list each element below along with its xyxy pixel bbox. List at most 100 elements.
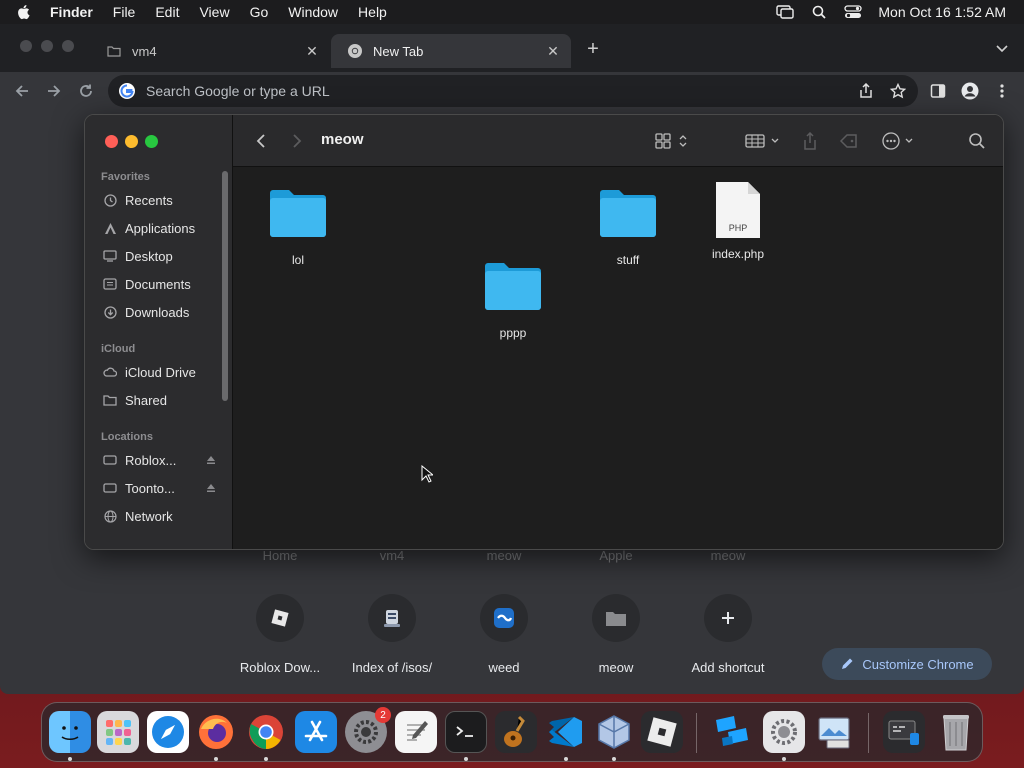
apple-menu-icon[interactable] (14, 3, 32, 21)
screenshot-icon[interactable] (883, 711, 925, 753)
system-preferences-icon[interactable] (763, 711, 805, 753)
shortcut-label: weed (488, 660, 520, 675)
profile-avatar-icon[interactable] (958, 79, 982, 103)
zoom-window-button[interactable] (62, 40, 74, 52)
weed-icon (480, 594, 528, 642)
tab-new-tab[interactable]: New Tab ✕ (331, 34, 571, 68)
sidebar-scrollbar[interactable] (222, 171, 228, 401)
forward-arrow-icon[interactable] (42, 79, 66, 103)
more-actions-icon[interactable] (881, 129, 917, 153)
folder-icon (592, 594, 640, 642)
menu-app-name[interactable]: Finder (50, 4, 93, 20)
eject-icon[interactable] (205, 482, 217, 494)
ntp-tile-label[interactable]: vm4 (342, 548, 442, 563)
menu-view[interactable]: View (199, 4, 229, 20)
file-item-pppp[interactable]: pppp (463, 260, 563, 340)
menu-edit[interactable]: Edit (155, 4, 179, 20)
sidebar-item-shared[interactable]: Shared (103, 389, 231, 411)
garageband-icon[interactable] (495, 711, 537, 753)
ntp-tile-label[interactable]: meow (678, 548, 778, 563)
menu-go[interactable]: Go (250, 4, 269, 20)
sidebar-item-network[interactable]: Network (103, 505, 231, 527)
tab-label: New Tab (373, 43, 424, 59)
shortcut-index-isos[interactable]: Index of /isos/ (336, 594, 448, 675)
sidebar-item-roblox-volume[interactable]: Roblox... (103, 449, 231, 471)
shortcut-weed[interactable]: weed (448, 594, 560, 675)
group-view-icon[interactable] (743, 129, 783, 153)
ntp-tile-label[interactable]: Apple (566, 548, 666, 563)
back-arrow-icon[interactable] (10, 79, 34, 103)
new-tab-button[interactable]: + (582, 38, 604, 60)
tag-icon[interactable] (837, 129, 861, 153)
sidebar-item-label: Documents (125, 276, 191, 292)
forward-chevron-icon[interactable] (287, 129, 307, 153)
terminal-icon[interactable] (445, 711, 487, 753)
virtualbox-icon[interactable] (593, 711, 635, 753)
roblox-studio-icon[interactable] (711, 711, 753, 753)
vscode-icon[interactable] (545, 711, 587, 753)
close-window-button[interactable] (105, 135, 118, 148)
back-chevron-icon[interactable] (251, 129, 271, 153)
menu-clock[interactable]: Mon Oct 16 1:52 AM (878, 4, 1006, 20)
app-store-icon[interactable] (295, 711, 337, 753)
kebab-menu-icon[interactable] (990, 79, 1014, 103)
shortcut-label: Index of /isos/ (351, 660, 433, 675)
file-item-stuff[interactable]: stuff (578, 187, 678, 267)
launchpad-icon[interactable] (97, 711, 139, 753)
customize-chrome-button[interactable]: Customize Chrome (822, 648, 992, 680)
zoom-window-button[interactable] (145, 135, 158, 148)
shortcut-roblox[interactable]: Roblox Dow... (224, 594, 336, 675)
file-item-lol[interactable]: lol (248, 187, 348, 267)
omnibox[interactable]: Search Google or type a URL (108, 75, 918, 107)
ntp-tile-label[interactable]: Home (230, 548, 330, 563)
side-panel-icon[interactable] (926, 79, 950, 103)
sidebar-item-label: Toonto... (125, 480, 175, 496)
ntp-tile-label[interactable]: meow (454, 548, 554, 563)
screen-mirroring-icon[interactable] (776, 5, 795, 19)
minimize-window-button[interactable] (41, 40, 53, 52)
chrome-icon[interactable] (245, 711, 287, 753)
menu-window[interactable]: Window (288, 4, 338, 20)
sidebar-item-recents[interactable]: Recents (103, 189, 231, 211)
php-file-icon: PHP (708, 181, 768, 239)
preview-icon[interactable] (813, 711, 855, 753)
spotlight-search-icon[interactable] (810, 5, 828, 19)
bookmark-star-icon[interactable] (888, 81, 908, 101)
sidebar-item-downloads[interactable]: Downloads (103, 301, 231, 323)
finder-icon[interactable] (49, 711, 91, 753)
safari-icon[interactable] (147, 711, 189, 753)
menu-file[interactable]: File (113, 4, 136, 20)
omnibox-placeholder: Search Google or type a URL (146, 83, 330, 99)
menu-help[interactable]: Help (358, 4, 387, 20)
add-shortcut-button[interactable]: Add shortcut (672, 594, 784, 675)
firefox-icon[interactable] (195, 711, 237, 753)
textedit-icon[interactable] (395, 711, 437, 753)
svg-text:PHP: PHP (729, 223, 748, 233)
search-icon[interactable] (965, 129, 989, 153)
sidebar-item-documents[interactable]: Documents (103, 273, 231, 295)
control-center-icon[interactable] (844, 5, 863, 19)
close-tab-icon[interactable]: ✕ (545, 43, 561, 59)
dock-running-indicator (782, 757, 786, 761)
roblox-icon[interactable] (641, 711, 683, 753)
dock-running-indicator (68, 757, 72, 761)
system-settings-icon[interactable]: 2 (345, 707, 391, 753)
share-icon[interactable] (856, 81, 876, 101)
close-tab-icon[interactable]: ✕ (304, 43, 320, 59)
sidebar-item-applications[interactable]: Applications (103, 217, 231, 239)
sidebar-item-icloud-drive[interactable]: iCloud Drive (103, 361, 231, 383)
eject-icon[interactable] (205, 454, 217, 466)
reload-icon[interactable] (74, 79, 98, 103)
sidebar-item-toonto-volume[interactable]: Toonto... (103, 477, 231, 499)
share-icon[interactable] (799, 129, 821, 153)
file-item-index-php[interactable]: PHP index.php (688, 181, 788, 261)
tab-search-chevron-icon[interactable] (994, 40, 1010, 56)
trash-icon[interactable] (935, 711, 977, 753)
close-window-button[interactable] (20, 40, 32, 52)
tab-vm4[interactable]: vm4 ✕ (90, 34, 330, 68)
shortcut-meow[interactable]: meow (560, 594, 672, 675)
sidebar-item-label: iCloud Drive (125, 364, 196, 380)
sidebar-item-desktop[interactable]: Desktop (103, 245, 231, 267)
minimize-window-button[interactable] (125, 135, 138, 148)
icon-view-icon[interactable] (653, 129, 693, 153)
